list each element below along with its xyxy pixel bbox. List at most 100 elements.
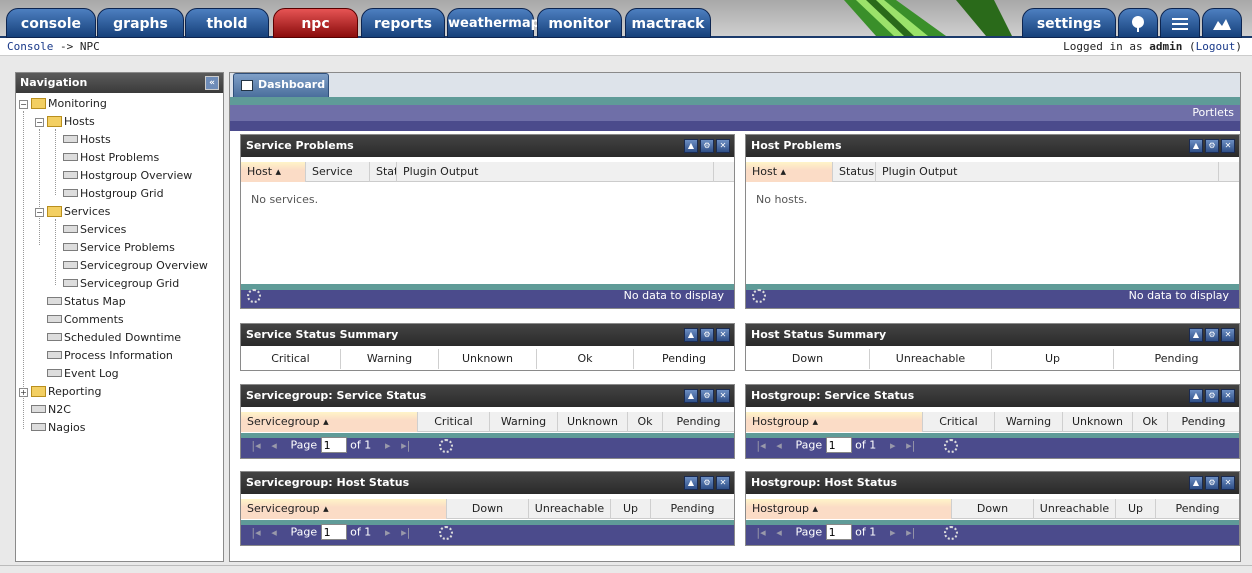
page-input[interactable] xyxy=(825,437,852,453)
nav-item-servicegroup-grid[interactable]: Servicegroup Grid xyxy=(63,275,179,293)
page-input[interactable] xyxy=(825,524,852,540)
col-up[interactable]: Up xyxy=(992,349,1114,369)
next-page-icon[interactable]: ▸ xyxy=(383,439,393,452)
refresh-icon[interactable] xyxy=(439,526,453,540)
portlets-menu[interactable]: Portlets xyxy=(1192,105,1234,121)
tab-monitor[interactable]: monitor xyxy=(537,8,622,38)
col-warning[interactable]: Warning xyxy=(995,412,1063,432)
col-plugin-output[interactable]: Plugin Output xyxy=(876,162,1219,182)
refresh-icon[interactable] xyxy=(752,289,766,303)
page-input[interactable] xyxy=(320,524,347,540)
col-warning[interactable]: Warning xyxy=(490,412,558,432)
col-unreachable[interactable]: Unreachable xyxy=(870,349,992,369)
collapse-icon[interactable]: ▲ xyxy=(1189,139,1203,153)
gear-icon[interactable]: ⚙ xyxy=(1205,476,1219,490)
col-pending[interactable]: Pending xyxy=(1114,349,1239,369)
refresh-icon[interactable] xyxy=(944,439,958,453)
logout-link[interactable]: Logout xyxy=(1196,40,1236,53)
nav-item-service-problems[interactable]: Service Problems xyxy=(63,239,175,257)
last-page-icon[interactable]: ▸| xyxy=(906,439,916,452)
nav-item-hosts-folder[interactable]: Hosts xyxy=(47,113,95,131)
col-critical[interactable]: Critical xyxy=(923,412,995,432)
col-up[interactable]: Up xyxy=(1116,499,1156,519)
col-hostgroup[interactable]: Hostgroup ▴ xyxy=(746,499,952,519)
gear-icon[interactable]: ⚙ xyxy=(700,476,714,490)
tab-console[interactable]: console xyxy=(6,8,96,38)
prev-page-icon[interactable]: ◂ xyxy=(269,526,279,539)
toggle-monitoring[interactable]: − xyxy=(19,100,28,109)
gear-icon[interactable]: ⚙ xyxy=(700,389,714,403)
col-host[interactable]: Host ▴ xyxy=(746,162,833,182)
col-unknown[interactable]: Unknown xyxy=(439,349,537,369)
col-pending[interactable]: Pending xyxy=(651,499,734,519)
col-host[interactable]: Host ▴ xyxy=(241,162,306,182)
close-icon[interactable]: ✕ xyxy=(1221,389,1235,403)
col-down[interactable]: Down xyxy=(952,499,1034,519)
toggle-hosts[interactable]: − xyxy=(35,118,44,127)
gear-icon[interactable]: ⚙ xyxy=(700,328,714,342)
nav-item-event-log[interactable]: Event Log xyxy=(47,365,119,383)
nav-item-services-folder[interactable]: Services xyxy=(47,203,110,221)
tab-graphs[interactable]: graphs xyxy=(97,8,184,38)
collapse-icon[interactable]: ▲ xyxy=(684,139,698,153)
graph-view-button[interactable] xyxy=(1202,8,1242,38)
col-unknown[interactable]: Unknown xyxy=(1063,412,1133,432)
prev-page-icon[interactable]: ◂ xyxy=(774,439,784,452)
nav-item-scheduled-downtime[interactable]: Scheduled Downtime xyxy=(47,329,181,347)
col-critical[interactable]: Critical xyxy=(241,349,341,369)
nav-item-nagios[interactable]: Nagios xyxy=(31,419,85,437)
refresh-icon[interactable] xyxy=(439,439,453,453)
tab-weathermap[interactable]: weathermap xyxy=(447,8,540,38)
first-page-icon[interactable]: |◂ xyxy=(251,526,261,539)
tab-settings[interactable]: settings xyxy=(1022,8,1116,38)
tab-npc[interactable]: npc xyxy=(273,8,358,38)
col-pending[interactable]: Pending xyxy=(663,412,734,432)
list-view-button[interactable] xyxy=(1160,8,1200,38)
nav-item-process-information[interactable]: Process Information xyxy=(47,347,173,365)
refresh-icon[interactable] xyxy=(944,526,958,540)
tab-mactrack[interactable]: mactrack xyxy=(625,8,711,38)
col-hostgroup[interactable]: Hostgroup ▴ xyxy=(746,412,923,432)
toggle-services[interactable]: − xyxy=(35,208,44,217)
gear-icon[interactable]: ⚙ xyxy=(1205,139,1219,153)
collapse-icon[interactable]: ▲ xyxy=(1189,389,1203,403)
tab-reports[interactable]: reports xyxy=(361,8,445,38)
col-status[interactable]: Statu xyxy=(370,162,397,182)
close-icon[interactable]: ✕ xyxy=(716,389,730,403)
col-pending[interactable]: Pending xyxy=(1156,499,1239,519)
nav-item-hosts[interactable]: Hosts xyxy=(63,131,111,149)
col-status[interactable]: Status xyxy=(833,162,876,182)
col-critical[interactable]: Critical xyxy=(418,412,490,432)
collapse-icon[interactable]: ▲ xyxy=(684,389,698,403)
col-down[interactable]: Down xyxy=(447,499,529,519)
refresh-icon[interactable] xyxy=(247,289,261,303)
col-service[interactable]: Service xyxy=(306,162,370,182)
col-up[interactable]: Up xyxy=(611,499,651,519)
gear-icon[interactable]: ⚙ xyxy=(700,139,714,153)
col-pending[interactable]: Pending xyxy=(634,349,734,369)
prev-page-icon[interactable]: ◂ xyxy=(269,439,279,452)
page-input[interactable] xyxy=(320,437,347,453)
col-unknown[interactable]: Unknown xyxy=(558,412,628,432)
nav-item-monitoring[interactable]: Monitoring xyxy=(31,95,107,113)
collapse-icon[interactable]: ▲ xyxy=(684,476,698,490)
collapse-icon[interactable]: ▲ xyxy=(1189,476,1203,490)
col-unreachable[interactable]: Unreachable xyxy=(529,499,611,519)
col-warning[interactable]: Warning xyxy=(341,349,439,369)
col-down[interactable]: Down xyxy=(746,349,870,369)
tree-view-button[interactable] xyxy=(1118,8,1158,38)
close-icon[interactable]: ✕ xyxy=(716,328,730,342)
col-ok[interactable]: Ok xyxy=(1133,412,1168,432)
nav-item-comments[interactable]: Comments xyxy=(47,311,124,329)
col-ok[interactable]: Ok xyxy=(537,349,634,369)
last-page-icon[interactable]: ▸| xyxy=(906,526,916,539)
collapse-icon[interactable]: ▲ xyxy=(1189,328,1203,342)
last-page-icon[interactable]: ▸| xyxy=(401,526,411,539)
first-page-icon[interactable]: |◂ xyxy=(756,526,766,539)
last-page-icon[interactable]: ▸| xyxy=(401,439,411,452)
next-page-icon[interactable]: ▸ xyxy=(383,526,393,539)
first-page-icon[interactable]: |◂ xyxy=(251,439,261,452)
nav-item-n2c[interactable]: N2C xyxy=(31,401,71,419)
nav-item-servicegroup-overview[interactable]: Servicegroup Overview xyxy=(63,257,208,275)
close-icon[interactable]: ✕ xyxy=(1221,476,1235,490)
